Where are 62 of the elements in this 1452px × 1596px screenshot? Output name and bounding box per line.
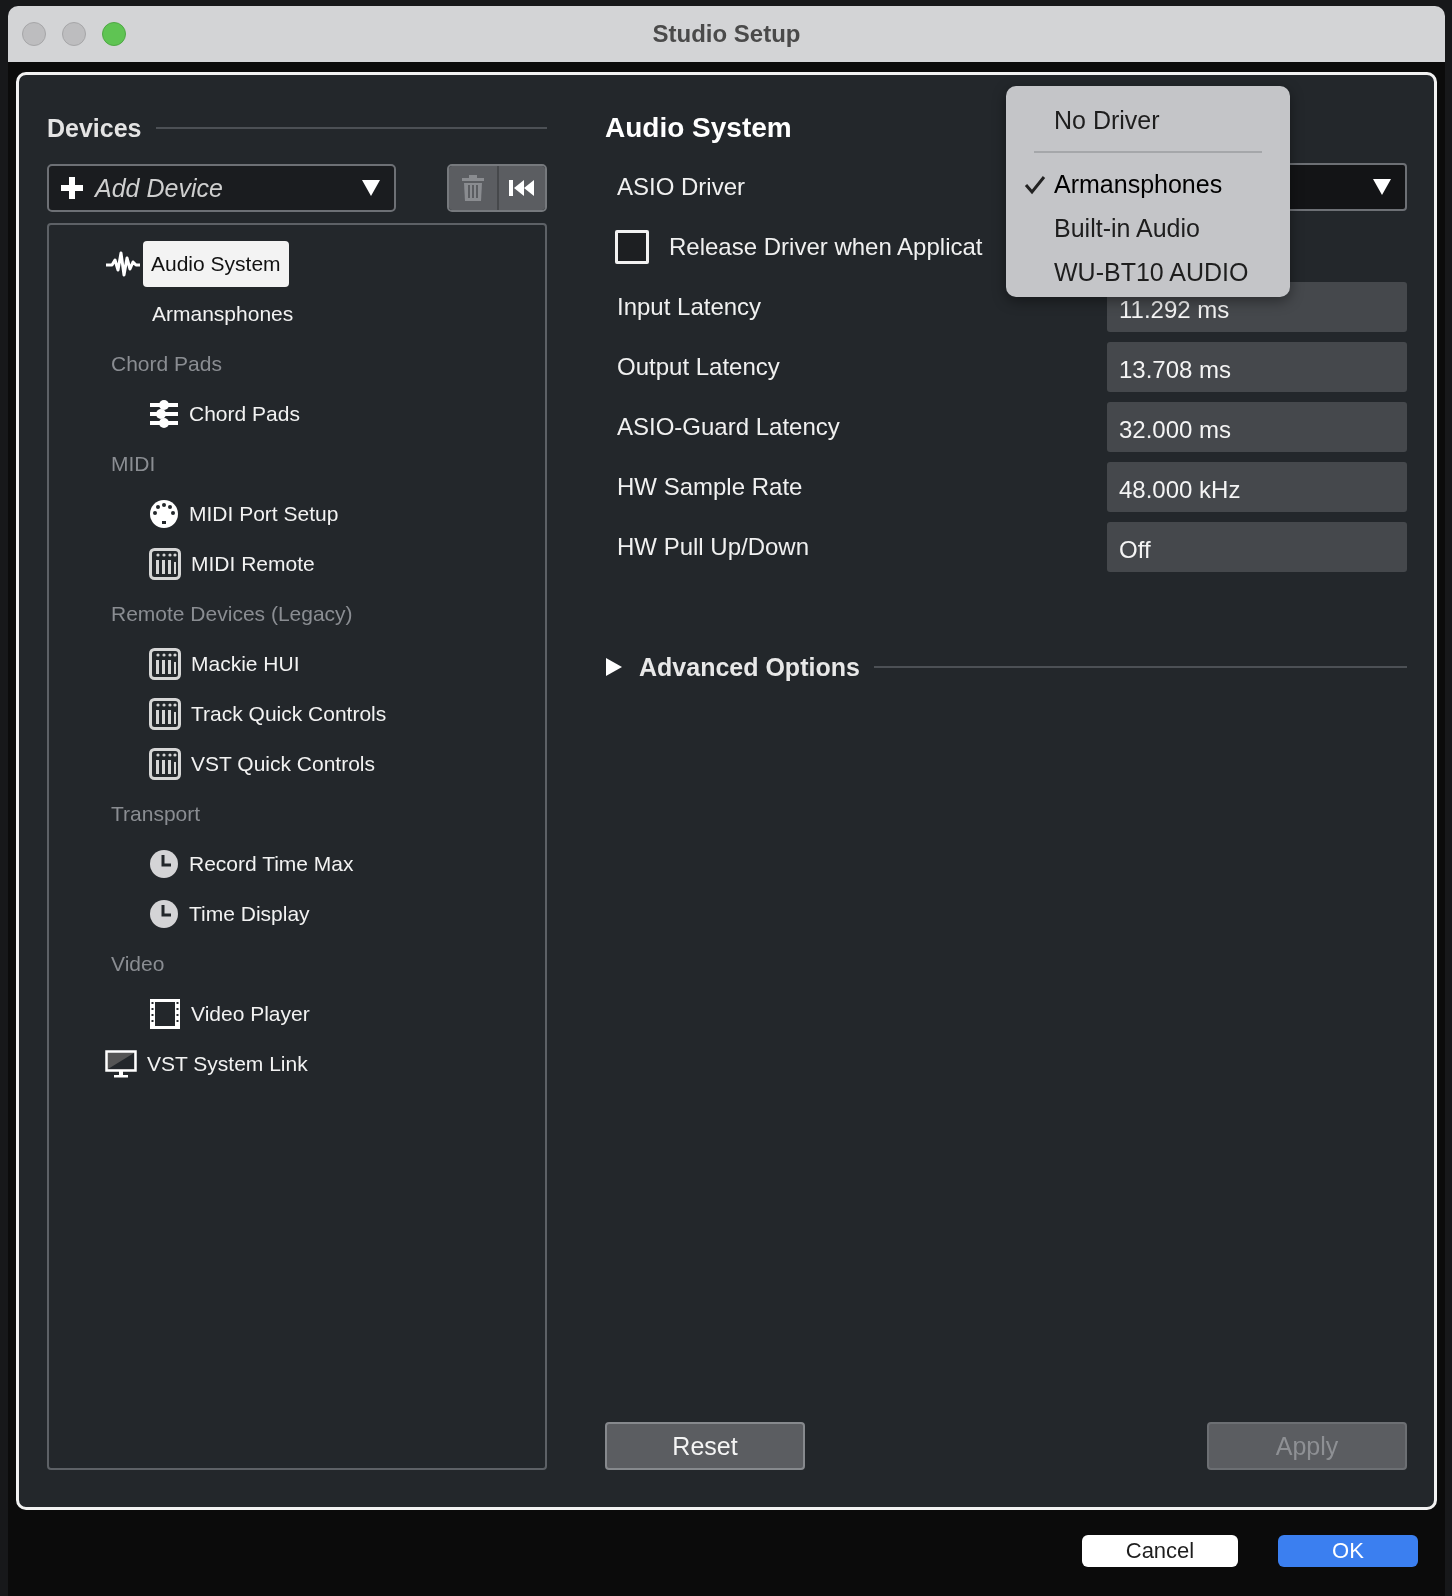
category-label: Transport <box>111 802 201 826</box>
trash-icon <box>462 175 484 201</box>
tree-item[interactable]: MIDI Port Setup <box>181 491 347 537</box>
keyboard-icon <box>149 748 181 780</box>
field-label: Output Latency <box>617 353 780 381</box>
value-field[interactable]: Off <box>1107 522 1407 572</box>
zoom-button[interactable] <box>102 22 126 46</box>
category-label: Remote Devices (Legacy) <box>111 602 353 626</box>
tree-item[interactable]: Audio System <box>143 241 289 287</box>
tree-item[interactable]: Mackie HUI <box>183 641 308 687</box>
sliders-icon <box>149 399 179 429</box>
section-title: Devices <box>47 113 142 143</box>
field-label: HW Pull Up/Down <box>617 533 810 561</box>
tree-item[interactable]: VST Quick Controls <box>183 741 383 787</box>
monitor-icon <box>105 1050 137 1078</box>
value-field[interactable]: 13.708 ms <box>1107 342 1407 392</box>
minimize-button[interactable] <box>62 22 86 46</box>
film-icon <box>149 998 181 1030</box>
tree-item[interactable]: VST System Link <box>139 1041 316 1087</box>
midi-plug-icon <box>149 499 179 529</box>
ok-button[interactable]: OK <box>1278 1535 1418 1567</box>
caret-icon <box>1373 179 1391 195</box>
field-label: ASIO-Guard Latency <box>617 413 840 441</box>
keyboard-icon <box>149 698 181 730</box>
category-label: MIDI <box>111 452 156 476</box>
window-title: Studio Setup <box>652 20 801 48</box>
value-field[interactable]: 48.000 kHz <box>1107 462 1407 512</box>
category-label: Video <box>111 952 165 976</box>
tree-item[interactable]: Video Player <box>183 991 318 1037</box>
clock-icon <box>149 849 179 879</box>
reset-button[interactable]: Reset <box>605 1422 805 1470</box>
close-button[interactable] <box>22 22 46 46</box>
field-label: Input Latency <box>617 293 762 321</box>
checkmark-icon <box>1024 175 1046 195</box>
menu-item[interactable]: No Driver <box>1006 98 1290 142</box>
field-label: HW Sample Rate <box>617 473 803 501</box>
checkbox-label: Release Driver when Applicat <box>669 233 983 261</box>
value-field[interactable]: 32.000 ms <box>1107 402 1407 452</box>
tree-item[interactable]: MIDI Remote <box>183 541 323 587</box>
tree-item[interactable]: Chord Pads <box>181 391 308 437</box>
keyboard-icon <box>149 648 181 680</box>
tree-item[interactable]: Track Quick Controls <box>183 691 395 737</box>
menu-item[interactable]: Armansphones <box>1006 162 1290 206</box>
add-device-dropdown[interactable]: Add Device <box>47 164 396 212</box>
reset-device-button[interactable] <box>497 166 545 210</box>
caret-icon <box>362 180 380 196</box>
checkbox[interactable] <box>615 230 649 264</box>
tree-item[interactable]: Time Display <box>181 891 318 937</box>
tree-item[interactable]: Record Time Max <box>181 841 362 887</box>
advanced-options-toggle[interactable]: Advanced Options <box>605 652 860 682</box>
waveform-icon <box>105 250 141 278</box>
cancel-button[interactable]: Cancel <box>1082 1535 1238 1567</box>
clock-icon <box>149 899 179 929</box>
field-label: ASIO Driver <box>617 173 745 201</box>
keyboard-icon <box>149 548 181 580</box>
section-title: Audio System <box>605 111 792 145</box>
menu-item[interactable]: Built-in Audio <box>1006 206 1290 250</box>
triangle-icon <box>605 658 623 676</box>
plus-icon <box>61 177 83 199</box>
tree-item[interactable]: Armansphones <box>144 291 302 337</box>
category-label: Chord Pads <box>111 352 222 376</box>
skip-back-icon <box>509 180 535 196</box>
